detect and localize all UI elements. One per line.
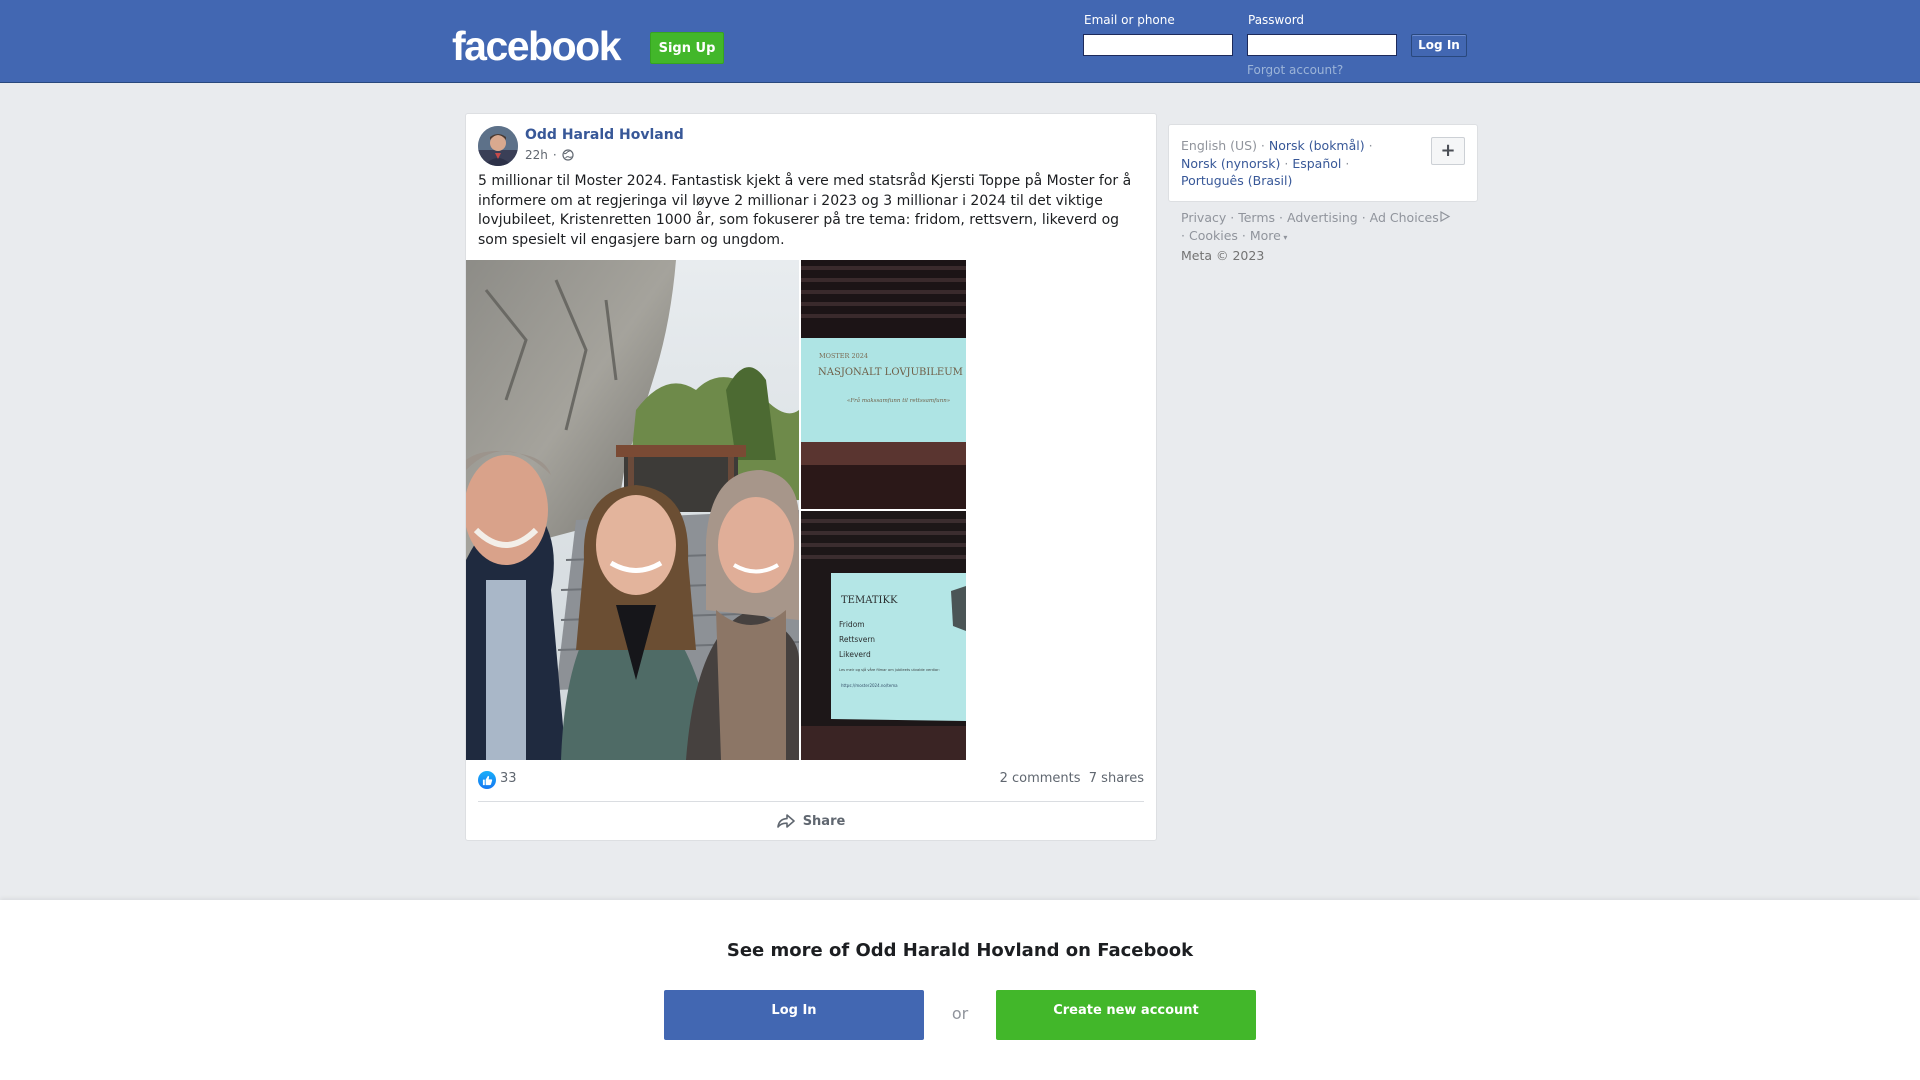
lang-espanol[interactable]: Español	[1292, 156, 1341, 171]
slide-title: NASJONALT LOVJUBILEUM	[818, 367, 963, 378]
slide3-title: TEMATIKK	[841, 595, 898, 606]
footer-privacy[interactable]: Privacy	[1181, 210, 1226, 225]
password-field[interactable]	[1247, 34, 1397, 56]
banner-login-button[interactable]: Log In	[664, 990, 924, 1040]
facebook-logo[interactable]: facebook	[452, 22, 622, 70]
globe-icon[interactable]	[562, 149, 574, 161]
banner-or-text: or	[951, 1004, 969, 1023]
email-field[interactable]	[1083, 34, 1233, 56]
comment-share-counts: 2 comments 7 shares	[1000, 771, 1144, 786]
password-label: Password	[1248, 13, 1305, 27]
author-avatar[interactable]	[478, 126, 518, 166]
post-stats: 33 2 comments 7 shares	[478, 770, 1144, 790]
post-divider	[478, 801, 1144, 802]
footer-cookies[interactable]: Cookies	[1189, 228, 1238, 243]
banner-title: See more of Odd Harald Hovland on Facebo…	[726, 940, 1194, 961]
login-button[interactable]: Log In	[1411, 34, 1467, 57]
footer-terms[interactable]: Terms	[1238, 210, 1275, 225]
footer-copyright: Meta © 2023	[1181, 248, 1265, 263]
slide3-item-2: Rettsvern	[839, 635, 875, 644]
login-prompt-banner: See more of Odd Harald Hovland on Facebo…	[0, 900, 1920, 1080]
post-photo-slide-lovjubileum[interactable]: MOSTER 2024 NASJONALT LOVJUBILEUM «Frå m…	[801, 260, 966, 509]
post-timestamp[interactable]: 22h	[525, 148, 548, 162]
post-card: Odd Harald Hovland 22h · 5 millionar til…	[465, 113, 1157, 841]
share-button[interactable]: Share	[478, 804, 1144, 838]
slide3-item-3: Likeverd	[839, 650, 871, 659]
more-languages-button[interactable]: +	[1431, 137, 1465, 165]
post-text: 5 millionar til Moster 2024. Fantastisk …	[478, 173, 1132, 248]
post-meta: 22h ·	[525, 148, 574, 162]
footer-more[interactable]: More	[1250, 228, 1281, 243]
slide3-note: Les meir og sjå våre filmar om jubileets…	[839, 667, 940, 672]
lang-current: English (US)	[1181, 138, 1257, 153]
slide3-item-1: Fridom	[839, 620, 865, 629]
language-list: English (US) · Norsk (bokmål) · Norsk (n…	[1181, 138, 1373, 188]
like-reaction-icon[interactable]	[478, 771, 496, 789]
footer-links: Privacy · Terms · Advertising · Ad Choic…	[1181, 209, 1481, 265]
footer-advertising[interactable]: Advertising	[1287, 210, 1358, 225]
shares-count-link[interactable]: 7 shares	[1089, 771, 1144, 786]
reaction-count[interactable]: 33	[500, 771, 517, 786]
slide3-link: https://moster2024.no/tema	[841, 683, 898, 688]
share-label: Share	[802, 813, 846, 829]
lang-norsk-nynorsk[interactable]: Norsk (nynorsk)	[1181, 156, 1280, 171]
post-photo-slide-tematikk[interactable]: TEMATIKK Fridom Rettsvern Likeverd Les m…	[801, 511, 966, 760]
slide-subtitle: «Frå makssamfunn til rettssamfunn»	[847, 397, 950, 404]
create-account-button[interactable]: Create new account	[996, 990, 1256, 1040]
top-navigation-bar: facebook Sign Up Email or phone Password…	[0, 0, 1920, 83]
post-photo-selfie[interactable]	[466, 260, 799, 760]
footer-ad-choices[interactable]: Ad Choices	[1370, 210, 1439, 225]
forgot-account-link[interactable]: Forgot account?	[1247, 63, 1343, 77]
caret-down-icon: ▾	[1280, 233, 1288, 242]
share-icon	[776, 813, 795, 829]
lang-norsk-bokmal[interactable]: Norsk (bokmål)	[1269, 138, 1365, 153]
language-selector: English (US) · Norsk (bokmål) · Norsk (n…	[1168, 124, 1478, 202]
signup-button[interactable]: Sign Up	[650, 32, 724, 64]
ad-choices-icon	[1439, 210, 1451, 225]
lang-portugues[interactable]: Português (Brasil)	[1181, 173, 1292, 188]
comments-count-link[interactable]: 2 comments	[1000, 771, 1081, 786]
post-author-name[interactable]: Odd Harald Hovland	[525, 127, 684, 143]
meta-separator: ·	[552, 148, 557, 162]
slide-small-title: MOSTER 2024	[819, 352, 868, 360]
email-label: Email or phone	[1084, 13, 1175, 27]
